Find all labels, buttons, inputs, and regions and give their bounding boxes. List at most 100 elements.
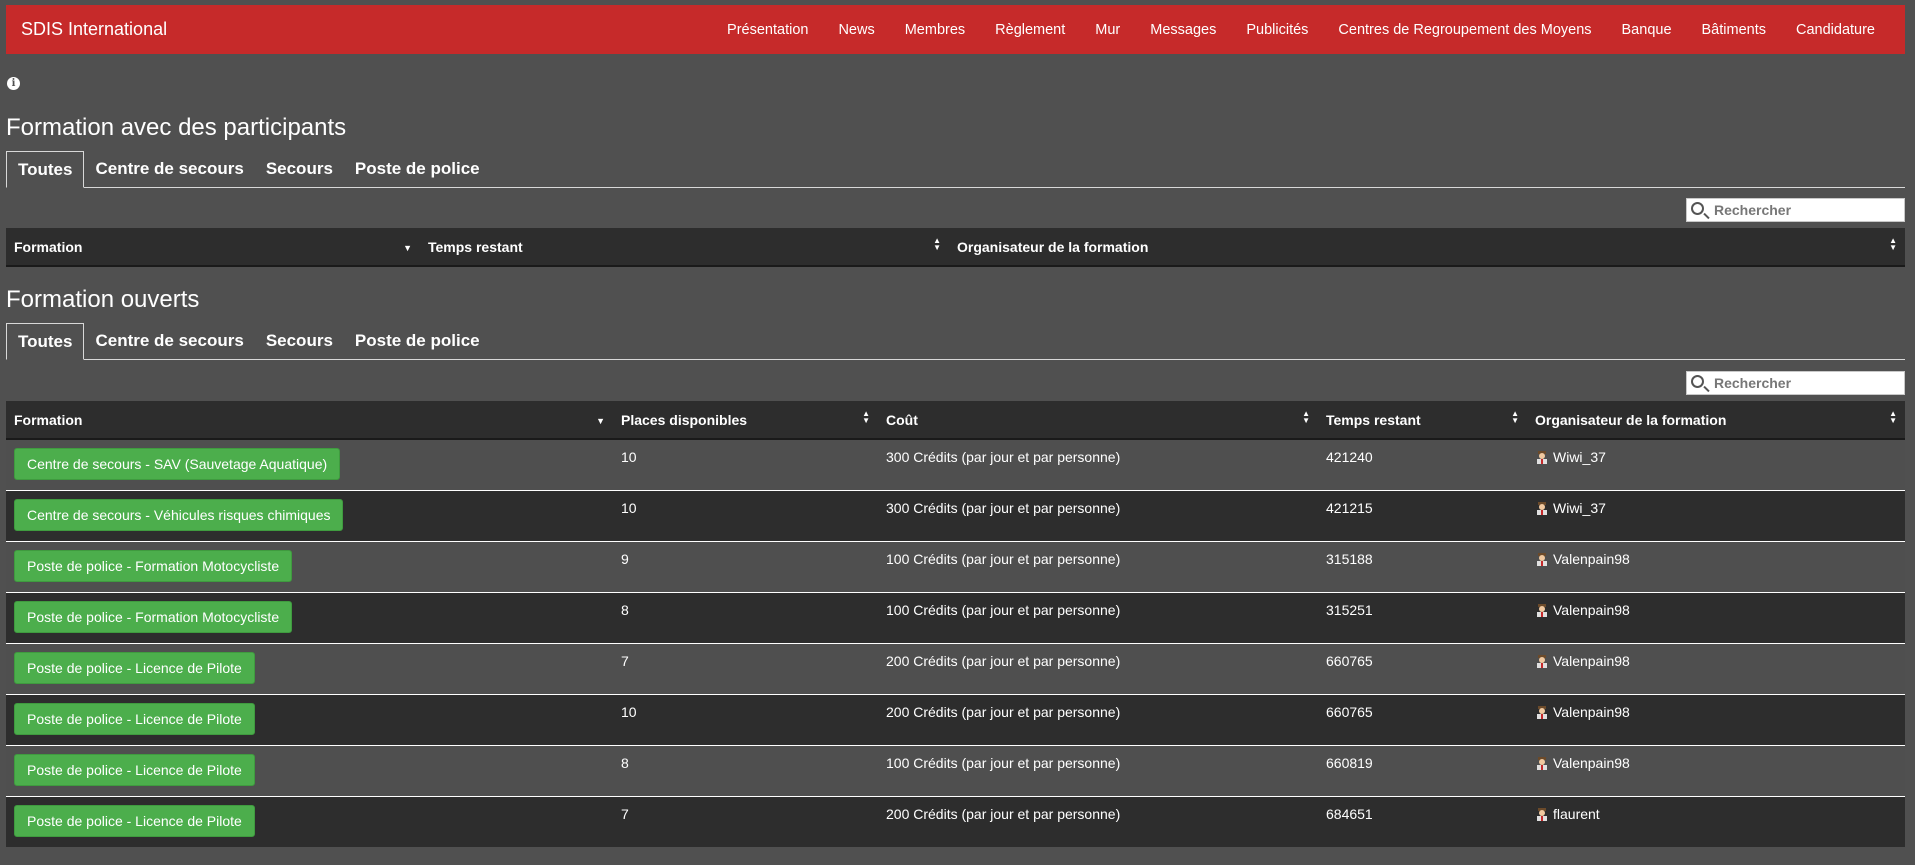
organizer-link[interactable]: Valenpain98	[1553, 755, 1630, 771]
training-button[interactable]: Centre de secours - SAV (Sauvetage Aquat…	[14, 448, 341, 480]
column-header-cout[interactable]: Coût ▲ ▼	[878, 401, 1318, 440]
cell-places: 7	[613, 795, 878, 847]
column-header-label: Places disponibles	[621, 411, 748, 428]
sort-desc-icon: ▼	[596, 416, 605, 426]
organizer-link[interactable]: Valenpain98	[1553, 704, 1630, 720]
nav-item-news[interactable]: News	[823, 22, 889, 38]
nav-item-mur[interactable]: Mur	[1080, 22, 1135, 38]
tab-secours[interactable]: Secours	[255, 323, 344, 359]
training-button[interactable]: Poste de police - Formation Motocycliste	[14, 549, 293, 582]
training-button[interactable]: Centre de secours - Véhicules risques ch…	[14, 498, 344, 531]
cell-temps-restant: 660819	[1318, 744, 1527, 796]
section-title-open: Formation ouverts	[6, 286, 200, 313]
cell-organisateur: Valenpain98	[1527, 744, 1905, 796]
organizer-link[interactable]: flaurent	[1553, 806, 1600, 822]
training-button[interactable]: Poste de police - Licence de Pilote	[14, 753, 255, 786]
nav-item-reglement[interactable]: Règlement	[980, 22, 1080, 38]
table-open: Formation ▼ Places disponibles ▲ ▼ Coût ▲ ▼ T…	[6, 401, 1905, 847]
table-with-participants: Formation ▼ Temps restant ▲ ▼ Organisateur …	[6, 228, 1905, 267]
column-header-organisateur[interactable]: Organisateur de la formation ▲ ▼	[1527, 401, 1905, 440]
cell-organisateur: flaurent	[1527, 795, 1905, 847]
cell-cout: 200 Crédits (par jour et par personne)	[878, 795, 1318, 847]
filter-tabs-with-participants: Toutes Centre de secours Secours Poste d…	[6, 151, 1905, 188]
cell-organisateur: Valenpain98	[1527, 540, 1905, 592]
tab-toutes[interactable]: Toutes	[6, 323, 85, 360]
table-row: Poste de police - Licence de Pilote 7 200 …	[6, 795, 1905, 847]
column-header-temps-restant[interactable]: Temps restant ▲ ▼	[420, 228, 949, 267]
training-button[interactable]: Poste de police - Formation Motocycliste	[14, 600, 293, 633]
sort-icon: ▲ ▼	[862, 409, 870, 425]
cell-cout: 300 Crédits (par jour et par personne)	[886, 449, 1121, 465]
table-row: Poste de police - Formation Motocycliste…	[6, 591, 1905, 643]
column-header-temps-restant[interactable]: Temps restant ▲ ▼	[1318, 401, 1527, 440]
tab-toutes[interactable]: Toutes	[6, 151, 85, 188]
sort-desc-icon: ▼	[403, 243, 412, 253]
cell-organisateur: Wiwi_37	[1527, 489, 1905, 541]
cell-cout: 200 Crédits (par jour et par personne)	[878, 693, 1318, 745]
table-row: Poste de police - Licence de Pilote 7 200 …	[6, 642, 1905, 694]
sort-icon: ▲ ▼	[1889, 409, 1897, 425]
training-button[interactable]: Poste de police - Licence de Pilote	[14, 651, 255, 684]
training-button[interactable]: Poste de police - Licence de Pilote	[14, 702, 255, 735]
cell-cout: 100 Crédits (par jour et par personne)	[878, 591, 1318, 643]
organizer-link[interactable]: Valenpain98	[1553, 653, 1630, 669]
nav-item-membres[interactable]: Membres	[890, 22, 980, 38]
cell-temps-restant: 315188	[1318, 540, 1527, 592]
nav-item-presentation[interactable]: Présentation	[712, 22, 823, 38]
user-icon	[1537, 705, 1547, 719]
nav-item-candidature[interactable]: Candidature	[1781, 22, 1890, 38]
training-button[interactable]: Poste de police - Licence de Pilote	[14, 804, 255, 837]
organizer-link[interactable]: Valenpain98	[1553, 551, 1630, 567]
organizer-link[interactable]: Wiwi_37	[1553, 449, 1606, 465]
user-icon	[1537, 451, 1547, 464]
nav-item-publicites[interactable]: Publicités	[1231, 22, 1323, 38]
cell-places: 10	[613, 489, 878, 541]
column-header-label: Formation	[14, 238, 83, 255]
cell-cout: 100 Crédits (par jour et par personne)	[878, 744, 1318, 796]
cell-organisateur: Wiwi_37	[1527, 439, 1905, 490]
nav-item-messages[interactable]: Messages	[1135, 22, 1231, 38]
search-input-with-participants[interactable]	[1712, 200, 1900, 220]
cell-places: 10	[621, 449, 637, 465]
section-title-with-participants: Formation avec des participants	[6, 114, 347, 141]
cell-temps-restant: 421215	[1318, 489, 1527, 541]
search-icon	[1691, 375, 1704, 388]
organizer-link[interactable]: Wiwi_37	[1553, 500, 1606, 516]
tab-poste-de-police[interactable]: Poste de police	[344, 323, 491, 359]
cell-places: 8	[613, 591, 878, 643]
cell-cout: 200 Crédits (par jour et par personne)	[878, 642, 1318, 694]
search-input-open[interactable]	[1712, 373, 1900, 393]
table-header-row: Formation ▼ Places disponibles ▲ ▼ Coût ▲ ▼ T…	[6, 401, 1905, 440]
column-header-organisateur[interactable]: Organisateur de la formation ▲ ▼	[949, 228, 1905, 267]
tab-centre-de-secours[interactable]: Centre de secours	[84, 151, 254, 187]
cell-temps-restant: 660765	[1318, 642, 1527, 694]
nav-item-centres-regroupement[interactable]: Centres de Regroupement des Moyens	[1323, 22, 1606, 38]
info-icon[interactable]: i	[7, 77, 20, 90]
user-icon	[1537, 501, 1547, 515]
sort-icon: ▲ ▼	[933, 236, 941, 252]
organizer-link[interactable]: Valenpain98	[1553, 602, 1630, 618]
filter-tabs-open: Toutes Centre de secours Secours Poste d…	[6, 323, 1905, 360]
nav-item-banque[interactable]: Banque	[1607, 22, 1687, 38]
cell-places: 7	[613, 642, 878, 694]
table-row: Centre de secours - Véhicules risques ch…	[6, 489, 1905, 541]
sort-icon: ▲ ▼	[1511, 409, 1519, 425]
column-header-formation[interactable]: Formation ▼	[6, 228, 420, 267]
cell-temps-restant: 421240	[1326, 449, 1373, 465]
user-icon	[1537, 756, 1547, 770]
cell-cout: 300 Crédits (par jour et par personne)	[878, 489, 1318, 541]
column-header-formation[interactable]: Formation ▼	[6, 401, 613, 440]
cell-places: 8	[613, 744, 878, 796]
table-row: Poste de police - Licence de Pilote 10 200…	[6, 693, 1905, 745]
brand-link[interactable]: SDIS International	[21, 19, 167, 40]
user-icon	[1537, 603, 1547, 617]
tab-secours[interactable]: Secours	[255, 151, 344, 187]
table-body: Centre de secours - SAV (Sauvetage Aquat…	[6, 439, 1905, 847]
cell-formation: Poste de police - Formation Motocycliste	[6, 540, 613, 592]
cell-temps-restant: 315251	[1318, 591, 1527, 643]
nav-item-batiments[interactable]: Bâtiments	[1687, 22, 1781, 38]
column-header-places-disponibles[interactable]: Places disponibles ▲ ▼	[613, 401, 878, 440]
tab-poste-de-police[interactable]: Poste de police	[344, 151, 491, 187]
tab-centre-de-secours[interactable]: Centre de secours	[84, 323, 254, 359]
cell-formation: Poste de police - Licence de Pilote	[6, 744, 613, 796]
